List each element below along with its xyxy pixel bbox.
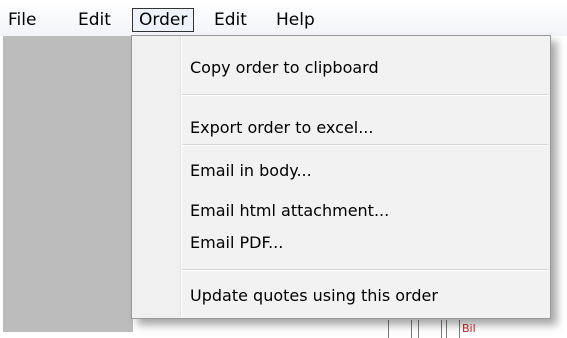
menu-column-divider-highlight [181, 36, 182, 318]
application-window: File Edit Order Edit Help Bil Copy order… [0, 0, 567, 338]
menu-help[interactable]: Help [276, 8, 315, 32]
menu-item-export-order-to-excel[interactable]: Export order to excel... [190, 114, 373, 142]
menu-separator [182, 269, 548, 271]
grid-cell [418, 320, 442, 338]
menu-item-email-pdf[interactable]: Email PDF... [190, 229, 283, 257]
menu-file[interactable]: File [8, 8, 36, 32]
menu-item-email-in-body[interactable]: Email in body... [190, 157, 312, 185]
order-dropdown-menu: Copy order to clipboard Export order to … [131, 35, 551, 319]
menu-separator [182, 144, 548, 146]
app-panel [3, 36, 133, 332]
grid-cell-red-text: Bil [462, 322, 476, 335]
menu-separator [182, 94, 548, 96]
menu-item-copy-order-to-clipboard[interactable]: Copy order to clipboard [190, 54, 379, 82]
menu-item-update-quotes-using-this-order[interactable]: Update quotes using this order [190, 282, 438, 310]
menu-edit[interactable]: Edit [78, 8, 111, 32]
menu-item-email-html-attachment[interactable]: Email html attachment... [190, 197, 389, 225]
grid-cell [388, 320, 412, 338]
menu-edit-second[interactable]: Edit [214, 8, 247, 32]
menu-order[interactable]: Order [132, 8, 195, 32]
menu-icon-column [132, 36, 180, 318]
menu-bar: File Edit Order Edit Help [0, 0, 567, 36]
grid-cell [446, 320, 460, 338]
